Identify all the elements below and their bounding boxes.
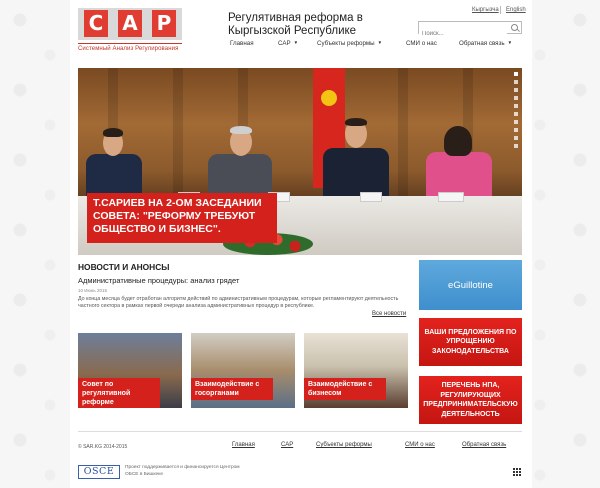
main-nav: Главная САР ▼ Субъекты реформы ▼ СМИ о нас… [230,40,530,50]
person-image [323,116,389,196]
slider-dot[interactable] [514,136,518,140]
nav-label: СМИ о нас [406,40,437,47]
slider-dot[interactable] [514,80,518,84]
slider-dot[interactable] [514,96,518,100]
logo-tiles: С А Р [78,8,182,40]
nav-feedback[interactable]: Обратная связь ▼ [459,40,512,47]
lang-kyrgyz-link[interactable]: Кыргызча [472,7,499,13]
person-body [426,152,492,196]
nav-media[interactable]: СМИ о нас [406,40,437,47]
person-image [86,126,142,196]
osce-logo[interactable]: OSCE [78,465,120,479]
person-hair [444,126,472,156]
caret-down-icon: ▼ [507,40,513,45]
tile-label: Совет по регулятивной реформе [78,378,160,408]
grid-icon[interactable] [513,468,522,477]
news-date: 10 Июнь 2015 [78,288,107,293]
person-hair [345,118,367,126]
search-icon[interactable] [511,24,518,31]
all-news-link[interactable]: Все новости [372,311,406,317]
slider-dot[interactable] [514,104,518,108]
site-logo[interactable]: С А Р Системный Анализ Регулирования [78,8,182,54]
caret-down-icon: ▼ [293,40,299,45]
footer-divider [78,431,522,432]
nav-sar[interactable]: САР ▼ [278,40,298,47]
slider-dot[interactable] [514,88,518,92]
hero-caption[interactable]: Т.САРИЕВ НА 2-ОМ ЗАСЕДАНИИ СОВЕТА: "РЕФО… [87,193,277,243]
page: С А Р Системный Анализ Регулирования Рег… [70,0,532,488]
slider-dot[interactable] [514,112,518,116]
person-body [323,148,389,196]
nav-reform-subjects[interactable]: Субъекты реформы ▼ [317,40,382,47]
regulations-list-button[interactable]: ПЕРЕЧЕНЬ НПА, РЕГУЛИРУЮЩИХ ПРЕДПРИНИМАТЕ… [419,376,522,424]
nav-label: Субъекты реформы [317,40,375,47]
nav-label: Обратная связь [459,40,505,47]
slider-dot[interactable] [514,120,518,124]
tile-label: Взаимодействие с бизнесом [304,378,386,400]
proposals-button[interactable]: ВАШИ ПРЕДЛОЖЕНИЯ ПО УПРОЩЕНИЮ ЗАКОНОДАТЕ… [419,318,522,366]
wall-panel [173,68,183,198]
person-image [426,124,492,196]
flag-sun-shape [321,90,337,106]
eguillotine-label: eGuillotine [448,280,493,291]
hero-slider[interactable]: Т.САРИЕВ НА 2-ОМ ЗАСЕДАНИИ СОВЕТА: "РЕФО… [78,68,522,255]
tile-regulatory-council[interactable]: Совет по регулятивной реформе [78,333,182,408]
person-hair [103,128,123,137]
lang-english-link[interactable]: English [506,7,526,13]
person-body [86,154,142,196]
footer-nav-feedback[interactable]: Обратная связь [462,442,506,448]
osce-support-text: Проект поддерживается и финансируется Це… [125,465,240,477]
logo-letter: А [118,10,142,37]
site-title: Регулятивная реформа в Кыргызской Респуб… [228,12,363,37]
person-image [208,124,272,196]
footer-nav-sar[interactable]: САР [281,442,293,448]
logo-divider [78,43,182,44]
lang-divider [500,6,501,14]
copyright: © SAR.KG 2014-2015 [78,444,128,450]
caret-down-icon: ▼ [377,40,383,45]
eguillotine-banner[interactable]: eGuillotine [419,260,522,310]
nameplate [438,192,464,202]
slider-dot[interactable] [514,144,518,148]
logo-letter: Р [152,10,176,37]
slider-dot[interactable] [514,72,518,76]
tile-government-bodies[interactable]: Взаимодействие с госорганами [191,333,295,408]
footer-nav-home[interactable]: Главная [232,442,255,448]
slider-pagination [514,72,519,152]
tile-label: Взаимодействие с госорганами [191,378,273,400]
footer-nav-reform-subjects[interactable]: Субъекты реформы [316,442,372,448]
nav-home[interactable]: Главная [230,40,254,47]
nav-label: Главная [230,40,254,47]
person-hair [230,126,252,134]
logo-letter: С [84,10,108,37]
news-heading: НОВОСТИ И АНОНСЫ [78,262,170,272]
nav-label: САР [278,40,291,47]
search-box [418,21,522,40]
nameplate [360,192,382,202]
news-excerpt: До конца месяца будет отработан алгоритм… [78,296,399,310]
slider-dot[interactable] [514,128,518,132]
news-title-link[interactable]: Административные процедуры: анализ гряде… [78,276,239,285]
wall-panel [398,68,408,198]
logo-subtitle: Системный Анализ Регулирования [78,46,179,52]
person-body [208,154,272,196]
tile-business[interactable]: Взаимодействие с бизнесом [304,333,408,408]
footer-nav-media[interactable]: СМИ о нас [405,442,435,448]
search-input[interactable] [419,28,507,40]
